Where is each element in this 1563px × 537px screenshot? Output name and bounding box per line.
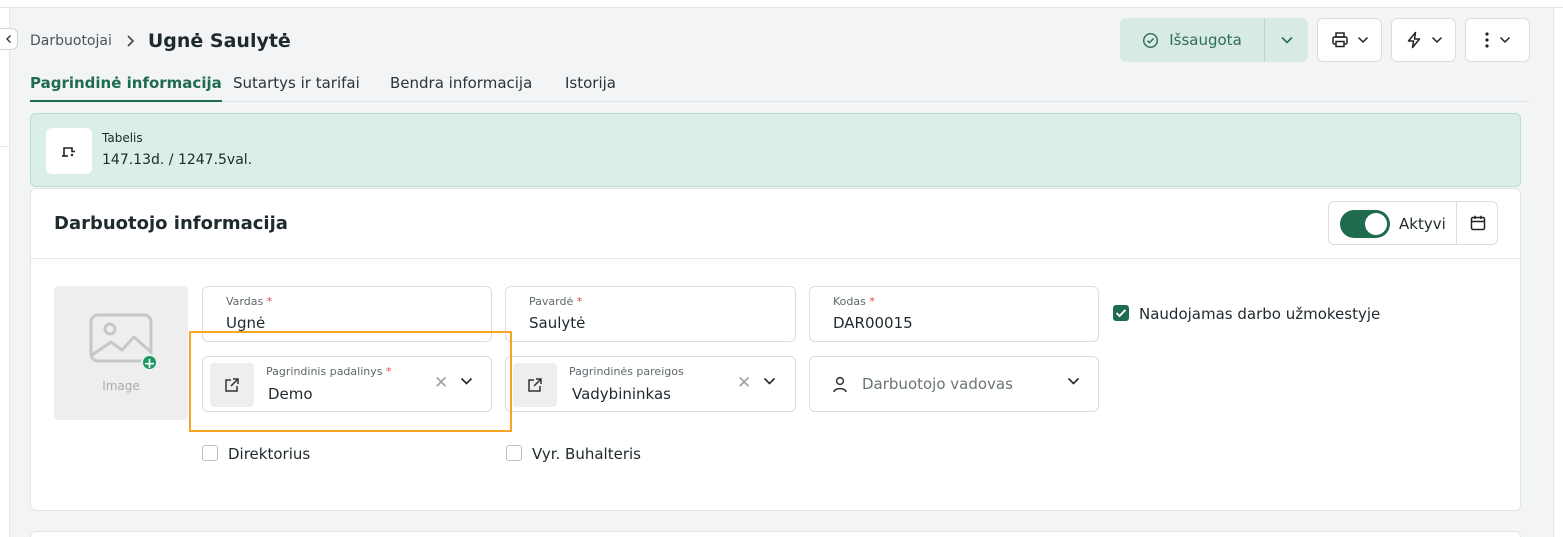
chevron-right-icon: [124, 34, 136, 48]
sidebar-divider: [0, 146, 10, 147]
photo-upload[interactable]: + Image: [54, 286, 188, 420]
chevron-down-icon: [1499, 36, 1510, 44]
director-checkbox-label[interactable]: Direktorius: [228, 445, 310, 463]
breadcrumb-parent-link[interactable]: Darbuotojai: [30, 33, 112, 49]
chevron-down-icon[interactable]: [763, 377, 776, 386]
chevron-down-icon: [1431, 36, 1442, 44]
chevron-down-icon[interactable]: [1067, 377, 1080, 386]
manager-select[interactable]: Darbuotojo vadovas: [809, 356, 1099, 412]
required-marker: *: [576, 295, 583, 308]
card-divider: [31, 258, 1520, 259]
position-value: Vadybininkas: [572, 385, 671, 403]
save-button[interactable]: Išsaugota: [1120, 18, 1264, 62]
tab-contracts[interactable]: Sutartys ir tarifai: [233, 72, 360, 102]
check-circle-icon: [1143, 32, 1159, 48]
position-select[interactable]: Pagrindinės pareigos Vadybininkas ✕: [505, 356, 796, 412]
code-label-text: Kodas: [833, 295, 866, 308]
position-label: Pagrindinės pareigos: [569, 365, 684, 378]
last-name-value: Saulytė: [529, 314, 586, 332]
code-value: DAR00015: [833, 314, 913, 332]
calendar-icon: [1470, 215, 1485, 231]
tab-general-info[interactable]: Bendra informacija: [390, 72, 532, 102]
last-name-label-text: Pavardė: [529, 295, 574, 308]
photo-label: Image: [102, 379, 140, 393]
required-marker: *: [266, 295, 273, 308]
tab-bar: Pagrindinė informacija Sutartys ir tarif…: [30, 72, 1530, 102]
external-link-icon: [528, 378, 542, 392]
toggle-knob: [1365, 213, 1387, 235]
active-dates-button[interactable]: [1456, 202, 1498, 244]
tab-main-info[interactable]: Pagrindinė informacija: [30, 72, 222, 102]
user-icon: [833, 376, 847, 393]
banner-value: 147.13d. / 1247.5val.: [102, 152, 253, 168]
lightning-icon: [1407, 31, 1420, 49]
tab-history[interactable]: Istorija: [565, 72, 616, 102]
code-field[interactable]: Kodas * DAR00015: [809, 286, 1099, 342]
accountant-checkbox[interactable]: [506, 445, 522, 461]
more-vertical-icon: [1484, 32, 1489, 48]
department-highlight: [189, 331, 512, 432]
print-button[interactable]: [1317, 18, 1382, 62]
first-name-label-text: Vardas: [226, 295, 264, 308]
page-title: Ugnė Saulytė: [147, 30, 291, 52]
more-button[interactable]: [1465, 18, 1530, 62]
right-sidebar: [1553, 8, 1563, 537]
save-button-group: Išsaugota: [1120, 18, 1308, 62]
breadcrumb: Darbuotojai Ugnė Saulytė: [30, 28, 291, 54]
manager-placeholder: Darbuotojo vadovas: [862, 375, 1013, 393]
code-label: Kodas *: [833, 295, 875, 308]
save-options-button[interactable]: [1264, 18, 1308, 62]
clear-position-icon[interactable]: ✕: [737, 375, 751, 392]
add-photo-icon[interactable]: +: [141, 354, 158, 372]
checkmark-icon: [1115, 309, 1127, 318]
chevron-left-icon: [5, 35, 11, 43]
first-name-value: Ugnė: [226, 314, 266, 332]
director-checkbox[interactable]: [202, 445, 218, 461]
timesheet-icon: [46, 128, 92, 174]
chevron-down-icon: [1357, 36, 1368, 44]
payroll-checkbox-label[interactable]: Naudojamas darbo užmokestyje: [1139, 305, 1380, 323]
last-name-field[interactable]: Pavardė * Saulytė: [505, 286, 796, 342]
last-name-label: Pavardė *: [529, 295, 582, 308]
open-position-button[interactable]: [513, 363, 557, 407]
active-toggle-label: Aktyvi: [1399, 215, 1446, 233]
accountant-checkbox-label[interactable]: Vyr. Buhalteris: [532, 445, 641, 463]
banner-title: Tabelis: [102, 131, 143, 145]
payroll-checkbox[interactable]: [1113, 305, 1129, 321]
card-title: Darbuotojo informacija: [54, 213, 288, 234]
top-strip: [0, 0, 1563, 8]
actions-button[interactable]: [1391, 18, 1456, 62]
timesheet-banner: Tabelis 147.13d. / 1247.5val.: [30, 113, 1521, 187]
sidebar-collapse-button[interactable]: [0, 28, 18, 50]
printer-icon: [1331, 32, 1348, 48]
active-toggle[interactable]: [1340, 210, 1390, 238]
required-marker: *: [869, 295, 875, 308]
active-toggle-group: Aktyvi: [1328, 201, 1498, 245]
left-sidebar: [0, 8, 10, 537]
next-section-card: [30, 531, 1521, 537]
chevron-down-icon: [1280, 36, 1293, 44]
first-name-label: Vardas *: [226, 295, 272, 308]
save-button-label: Išsaugota: [1169, 31, 1242, 49]
